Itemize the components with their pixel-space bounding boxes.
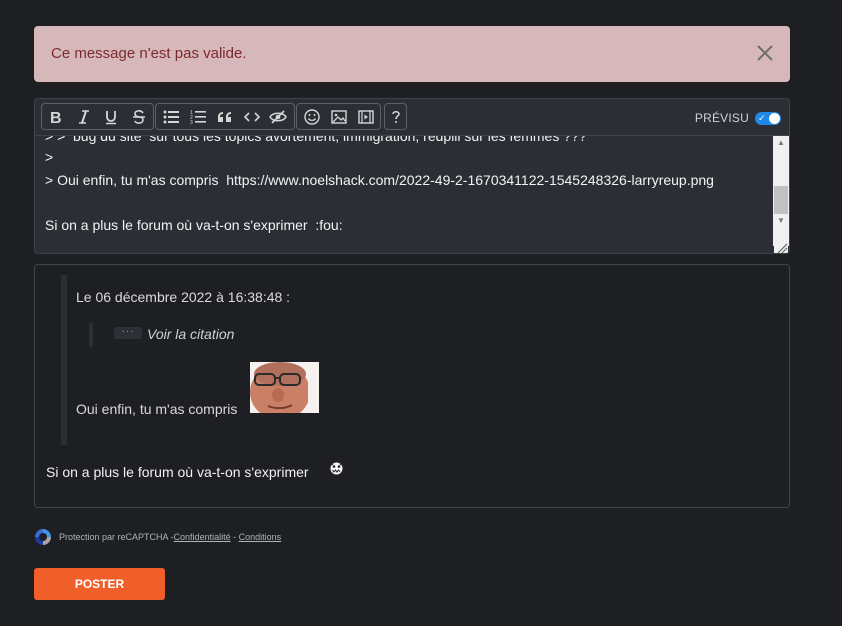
quote-border [61, 275, 67, 445]
textarea-scrollbar[interactable]: ▲ ▼ [773, 136, 789, 246]
scroll-down-arrow-icon[interactable]: ▼ [773, 214, 789, 228]
terms-link[interactable]: Conditions [239, 532, 282, 542]
error-message: Ce message n'est pas valide. [51, 45, 247, 62]
textarea-line: > Oui enfin, tu m'as compris https://www… [45, 172, 714, 188]
spoiler-icon [269, 109, 287, 124]
bold-icon: B [50, 110, 62, 125]
video-button[interactable] [354, 104, 378, 129]
recaptcha-icon [35, 529, 51, 545]
svg-text:3: 3 [190, 120, 193, 125]
sticker-image [250, 362, 319, 413]
recaptcha-text: Protection par reCAPTCHA - [59, 532, 174, 542]
smiley-button[interactable] [300, 104, 324, 129]
help-button[interactable] [384, 104, 408, 129]
privacy-link[interactable]: Confidentialité [174, 532, 231, 542]
error-alert: Ce message n'est pas valide. [34, 26, 790, 82]
underline-button[interactable] [99, 104, 123, 129]
message-editor: B 123 PRÉVISU ✓ > > bug du site sur tous… [34, 98, 790, 254]
close-icon[interactable] [754, 42, 776, 64]
post-button[interactable]: POSTER [34, 568, 165, 600]
code-button[interactable] [240, 104, 264, 129]
format-group: B [41, 103, 154, 130]
check-icon: ✓ [758, 112, 766, 123]
editor-toolbar: B 123 PRÉVISU ✓ [35, 99, 789, 135]
fou-smiley-icon [329, 461, 344, 476]
numbered-list-icon: 123 [190, 110, 206, 125]
recaptcha-notice: Protection par reCAPTCHA - Confidentiali… [34, 528, 281, 546]
preview-final-text: Si on a plus le forum où va-t-on s'expri… [46, 464, 309, 480]
underline-icon [106, 110, 116, 124]
svg-text:B: B [50, 110, 62, 125]
numbered-list-button[interactable]: 123 [186, 104, 210, 129]
bullet-list-button[interactable] [159, 104, 183, 129]
italic-button[interactable] [72, 104, 96, 129]
block-group: 123 [155, 103, 295, 130]
image-icon [331, 109, 347, 124]
message-preview: Le 06 décembre 2022 à 16:38:48 : ··· Voi… [34, 264, 790, 508]
image-button[interactable] [327, 104, 351, 129]
quote-header: Le 06 décembre 2022 à 16:38:48 : [76, 289, 291, 305]
help-icon [392, 110, 400, 123]
scroll-up-arrow-icon[interactable]: ▲ [773, 136, 789, 150]
video-icon [358, 109, 374, 124]
quote-text: Oui enfin, tu m'as compris [76, 401, 238, 417]
textarea-line: > [45, 149, 54, 165]
textarea-line: > > bug du site sur tous les topics avor… [45, 135, 587, 144]
bold-button[interactable]: B [44, 104, 68, 129]
view-quote-link[interactable]: Voir la citation [147, 326, 234, 342]
strikethrough-icon [133, 109, 145, 124]
preview-toggle[interactable]: ✓ [755, 111, 781, 125]
toggle-knob [769, 112, 780, 124]
expand-quote-button[interactable]: ··· [114, 327, 142, 339]
preview-toggle-wrap: PRÉVISU ✓ [695, 111, 781, 125]
help-group [384, 103, 407, 130]
message-textarea[interactable]: > > bug du site sur tous les topics avor… [35, 135, 789, 254]
media-group [296, 103, 381, 130]
bullet-list-icon [163, 110, 179, 123]
resize-handle-icon[interactable] [774, 240, 788, 254]
textarea-line: Si on a plus le forum où va-t-on s'expri… [45, 217, 343, 233]
strikethrough-button[interactable] [127, 104, 151, 129]
nested-quote-border [89, 323, 93, 347]
italic-icon [79, 109, 89, 124]
code-icon [244, 111, 260, 122]
quote-icon [218, 111, 231, 122]
quote-button[interactable] [213, 104, 237, 129]
spoiler-button[interactable] [266, 104, 290, 129]
smiley-icon [304, 108, 320, 125]
recaptcha-separator: - [230, 532, 239, 542]
scrollbar-thumb[interactable] [774, 186, 788, 214]
preview-label: PRÉVISU [694, 111, 749, 125]
